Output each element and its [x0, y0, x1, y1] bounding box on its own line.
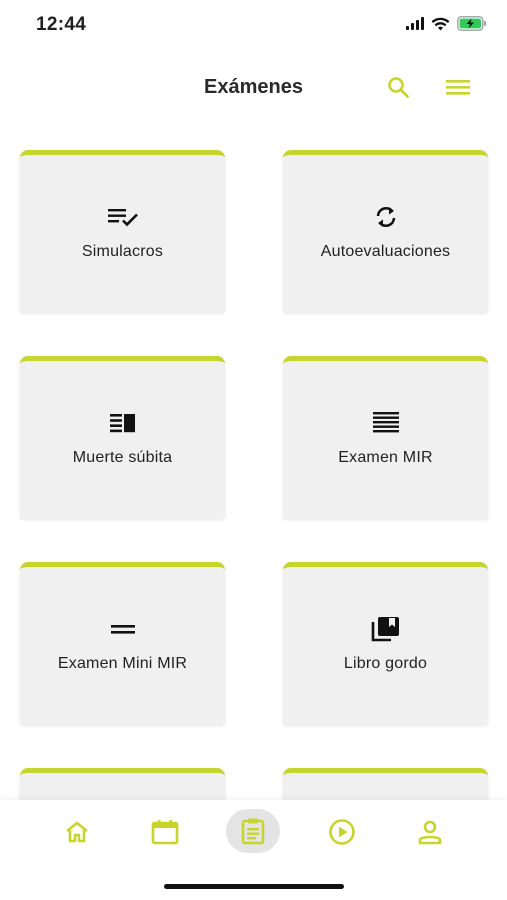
card-partial[interactable]: [283, 768, 488, 800]
card-label: Examen Mini MIR: [57, 655, 188, 672]
menu-icon: [446, 80, 470, 95]
refresh-icon: [376, 207, 395, 227]
play-icon: [329, 819, 355, 845]
menu-button[interactable]: [443, 72, 473, 102]
nav-home[interactable]: [55, 810, 99, 854]
search-button[interactable]: [383, 72, 413, 102]
wifi-icon: [431, 17, 450, 30]
card-muerte-subita[interactable]: Muerte súbita: [20, 356, 225, 519]
bottom-nav: [0, 800, 507, 864]
nav-profile[interactable]: [408, 810, 452, 854]
bookmark-library-icon: [371, 617, 399, 642]
list-lines-icon: [372, 412, 399, 433]
card-label: Examen MIR: [338, 449, 433, 466]
card-label: Autoevaluaciones: [320, 243, 451, 260]
card-simulacros[interactable]: Simulacros: [20, 150, 225, 313]
checklist-icon: [107, 209, 138, 227]
equals-icon: [110, 625, 135, 634]
card-label: Simulacros: [81, 243, 164, 260]
card-partial[interactable]: [20, 768, 225, 800]
card-label: Muerte súbita: [72, 449, 173, 466]
signal-icon: [406, 17, 424, 30]
nav-exams[interactable]: [226, 809, 280, 853]
page-title: Exámenes: [204, 76, 303, 98]
search-icon: [388, 77, 409, 98]
clipboard-icon: [241, 818, 265, 845]
home-icon: [66, 821, 88, 843]
status-time: 12:44: [36, 14, 87, 35]
status-bar: 12:44: [0, 0, 507, 50]
split-view-icon: [109, 414, 135, 433]
card-autoevaluaciones[interactable]: Autoevaluaciones: [283, 150, 488, 313]
battery-charging-icon: [457, 16, 486, 31]
card-label: Libro gordo: [343, 655, 428, 672]
card-examen-mir[interactable]: Examen MIR: [283, 356, 488, 519]
card-libro-gordo[interactable]: Libro gordo: [283, 562, 488, 725]
card-examen-mini-mir[interactable]: Examen Mini MIR: [20, 562, 225, 725]
calendar-icon: [151, 820, 179, 845]
exam-grid: Simulacros Autoevaluaciones Muerte súbit…: [0, 122, 507, 800]
profile-icon: [418, 820, 442, 845]
app-header: Exámenes: [0, 50, 507, 122]
nav-videos[interactable]: [320, 810, 364, 854]
home-indicator[interactable]: [164, 884, 344, 889]
status-icons: [406, 16, 487, 31]
nav-calendar[interactable]: [143, 810, 187, 854]
